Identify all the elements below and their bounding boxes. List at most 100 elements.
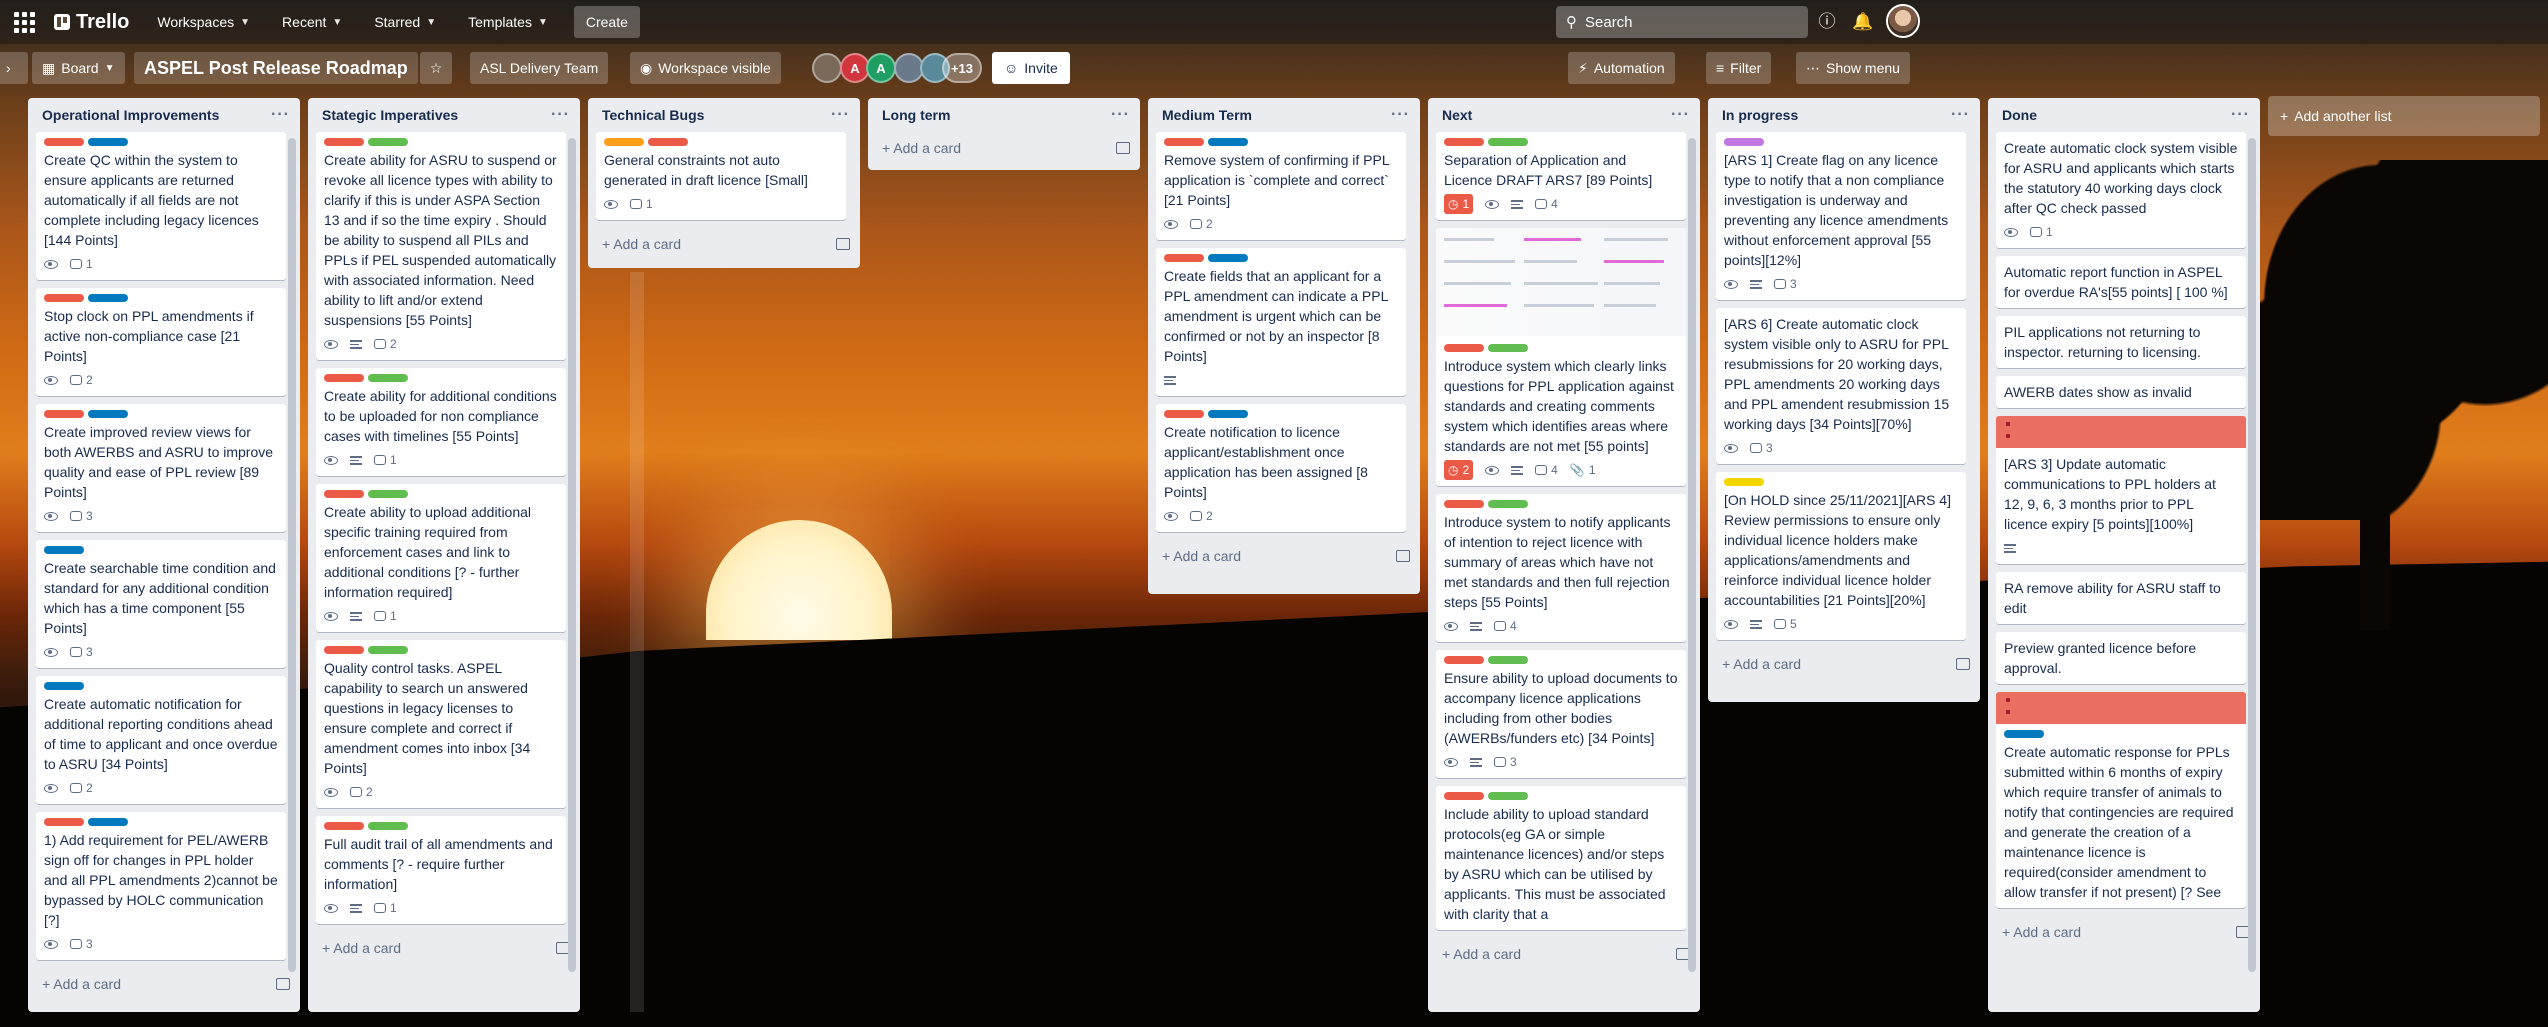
card[interactable]: Full audit trail of all amendments and c… [316, 816, 566, 924]
card-template-icon[interactable] [1116, 142, 1130, 154]
card-label[interactable] [324, 138, 364, 146]
list-header[interactable]: Operational Improvements ··· [28, 98, 300, 132]
member-count-badge[interactable]: +13 [942, 53, 982, 83]
list-header[interactable]: In progress ··· [1708, 98, 1980, 132]
card[interactable]: Create ability to upload additional spec… [316, 484, 566, 632]
board-view-switcher[interactable]: ▦ Board ▼ [32, 52, 125, 84]
due-date-badge[interactable]: ◷ 1 [1444, 194, 1474, 214]
card-label[interactable] [88, 410, 128, 418]
card-label[interactable] [1488, 138, 1528, 146]
list-menu-icon[interactable]: ··· [1111, 107, 1130, 123]
filter-button[interactable]: ≡ Filter [1706, 52, 1772, 84]
list-title[interactable]: Next [1442, 107, 1472, 123]
add-card-button[interactable]: + Add a card [308, 932, 580, 964]
list-header[interactable]: Next ··· [1428, 98, 1700, 132]
card-label[interactable] [1164, 410, 1204, 418]
list-header[interactable]: Technical Bugs ··· [588, 98, 860, 132]
star-board-icon[interactable]: ☆ [420, 52, 452, 84]
card-label[interactable] [324, 646, 364, 654]
card-label[interactable] [368, 490, 408, 498]
card-label[interactable] [1208, 410, 1248, 418]
card[interactable]: Create ability for additional conditions… [316, 368, 566, 476]
list-menu-icon[interactable]: ··· [1391, 107, 1410, 123]
automation-button[interactable]: ⚡ Automation [1568, 52, 1675, 84]
card-label[interactable] [1208, 254, 1248, 262]
add-card-button[interactable]: + Add a card [868, 132, 1140, 164]
card-label[interactable] [1488, 344, 1528, 352]
list-title[interactable]: In progress [1722, 107, 1798, 123]
card[interactable]: AWERB dates show as invalid [1996, 376, 2246, 408]
card[interactable]: Quality control tasks. ASPEL capability … [316, 640, 566, 808]
card[interactable]: Create automatic clock system visible fo… [1996, 132, 2246, 248]
add-card-button[interactable]: + Add a card [1148, 540, 1420, 572]
list-menu-icon[interactable]: ··· [271, 107, 290, 123]
card-template-icon[interactable] [276, 978, 290, 990]
card[interactable]: [ARS 1] Create flag on any licence type … [1716, 132, 1966, 300]
card[interactable]: Create ability for ASRU to suspend or re… [316, 132, 566, 360]
card-label[interactable] [1444, 656, 1484, 664]
card-label[interactable] [648, 138, 688, 146]
card-label[interactable] [88, 294, 128, 302]
card[interactable]: General constraints not auto generated i… [596, 132, 846, 220]
list-header[interactable]: Long term ··· [868, 98, 1140, 132]
card-label[interactable] [1444, 500, 1484, 508]
list-menu-icon[interactable]: ··· [1671, 107, 1690, 123]
visibility-button[interactable]: ◉ Workspace visible [630, 52, 781, 84]
create-button[interactable]: Create [573, 6, 640, 38]
workspace-team-button[interactable]: ASL Delivery Team [470, 52, 609, 84]
list-title[interactable]: Long term [882, 107, 950, 123]
card[interactable]: Stop clock on PPL amendments if active n… [36, 288, 286, 396]
card-label[interactable] [88, 818, 128, 826]
card[interactable]: 1) Add requirement for PEL/AWERB sign of… [36, 812, 286, 960]
card[interactable]: Include ability to upload standard proto… [1436, 786, 1686, 930]
board-title[interactable]: ASPEL Post Release Roadmap [134, 52, 418, 84]
card[interactable]: Introduce system which clearly links que… [1436, 228, 1686, 486]
card[interactable]: Separation of Application and Licence DR… [1436, 132, 1686, 220]
card-label[interactable] [1488, 792, 1528, 800]
list-header[interactable]: Stategic Imperatives ··· [308, 98, 580, 132]
list-title[interactable]: Stategic Imperatives [322, 107, 458, 123]
search-input[interactable]: ⚲ Search [1556, 6, 1808, 38]
card-label[interactable] [1488, 656, 1528, 664]
card[interactable]: Create automatic notification for additi… [36, 676, 286, 804]
list-header[interactable]: Medium Term ··· [1148, 98, 1420, 132]
card-label[interactable] [44, 294, 84, 302]
add-card-button[interactable]: + Add a card [1428, 938, 1700, 970]
card[interactable]: Create automatic response for PPLs submi… [1996, 692, 2246, 908]
card[interactable]: [ARS 6] Create automatic clock system vi… [1716, 308, 1966, 464]
card-label[interactable] [2004, 730, 2044, 738]
card-template-icon[interactable] [836, 238, 850, 250]
list-menu-icon[interactable]: ··· [1951, 107, 1970, 123]
card-label[interactable] [324, 822, 364, 830]
card[interactable]: [ARS 3] Update automatic communications … [1996, 416, 2246, 564]
card-label[interactable] [88, 138, 128, 146]
list-menu-icon[interactable]: ··· [831, 107, 850, 123]
card-label[interactable] [324, 374, 364, 382]
card-label[interactable] [1444, 138, 1484, 146]
card[interactable]: Introduce system to notify applicants of… [1436, 494, 1686, 642]
card-label[interactable] [1208, 138, 1248, 146]
card-label[interactable] [44, 410, 84, 418]
card-label[interactable] [44, 138, 84, 146]
card-label[interactable] [1488, 500, 1528, 508]
workspaces-menu[interactable]: Workspaces ▼ [145, 6, 262, 38]
card-label[interactable] [368, 822, 408, 830]
card-label[interactable] [1164, 254, 1204, 262]
card[interactable]: [On HOLD since 25/11/2021][ARS 4] Review… [1716, 472, 1966, 640]
card[interactable]: RA remove ability for ASRU staff to edit [1996, 572, 2246, 624]
card-label[interactable] [604, 138, 644, 146]
card[interactable]: Create QC within the system to ensure ap… [36, 132, 286, 280]
card[interactable]: Ensure ability to upload documents to ac… [1436, 650, 1686, 778]
add-list-button[interactable]: + Add another list [2268, 96, 2540, 136]
add-card-button[interactable]: + Add a card [1708, 648, 1980, 680]
card-label[interactable] [1724, 138, 1764, 146]
card-label[interactable] [1724, 478, 1764, 486]
list-scrollbar[interactable] [288, 138, 296, 972]
list-scrollbar[interactable] [568, 138, 576, 972]
list-title[interactable]: Medium Term [1162, 107, 1252, 123]
card[interactable]: Preview granted licence before approval. [1996, 632, 2246, 684]
templates-menu[interactable]: Templates ▼ [456, 6, 560, 38]
add-card-button[interactable]: + Add a card [28, 968, 300, 1000]
app-switcher-icon[interactable] [10, 8, 38, 36]
list-title[interactable]: Done [2002, 107, 2037, 123]
